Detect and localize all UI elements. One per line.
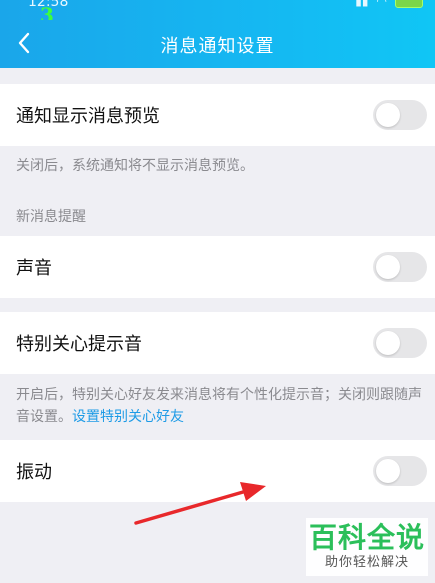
page-title: 消息通知设置 [160,36,275,57]
special-care-note: 开启后，特别关心好友发来消息将有个性化提示音；关闭则跟随声音设置。设置特别关心好… [16,384,426,428]
preview-row[interactable]: 通知显示消息预览 [0,84,435,146]
toggle-knob [376,331,400,355]
section-header-new-message: 新消息提醒 [16,209,86,225]
sound-toggle[interactable] [373,252,427,282]
special-care-group: 特别关心提示音 [0,312,435,374]
special-care-toggle[interactable] [373,328,427,358]
status-bar: 12:58 ▮▮ ◠ [0,0,435,20]
sound-label: 声音 [16,258,52,279]
watermark-logo: 百科全说 助你轻松解决 [306,518,428,576]
status-icons: ▮▮ ◠ [355,0,423,8]
app-header: 消息通知设置 [0,20,435,68]
toggle-knob [376,255,400,279]
sound-group: 声音 [0,236,435,298]
vibrate-row[interactable]: 振动 [0,440,435,502]
vibrate-label: 振动 [16,462,52,483]
vibrate-toggle[interactable] [373,456,427,486]
sound-row[interactable]: 声音 [0,236,435,298]
preview-group: 通知显示消息预览 [0,84,435,146]
preview-toggle[interactable] [373,100,427,130]
signal-icon: ▮▮ [355,0,369,8]
vibrate-group: 振动 [0,440,435,502]
watermark-title: 百科全说 [308,521,425,554]
toggle-knob [376,459,400,483]
toggle-knob [376,103,400,127]
special-care-row[interactable]: 特别关心提示音 [0,312,435,374]
special-care-friends-link[interactable]: 设置特别关心好友 [72,409,184,425]
watermark-subtitle: 助你轻松解决 [324,555,409,570]
battery-icon [395,0,423,8]
special-care-label: 特别关心提示音 [16,334,142,355]
wifi-icon: ◠ [376,0,387,8]
preview-label: 通知显示消息预览 [16,106,160,127]
preview-note: 关闭后，系统通知将不显示消息预览。 [16,158,254,174]
